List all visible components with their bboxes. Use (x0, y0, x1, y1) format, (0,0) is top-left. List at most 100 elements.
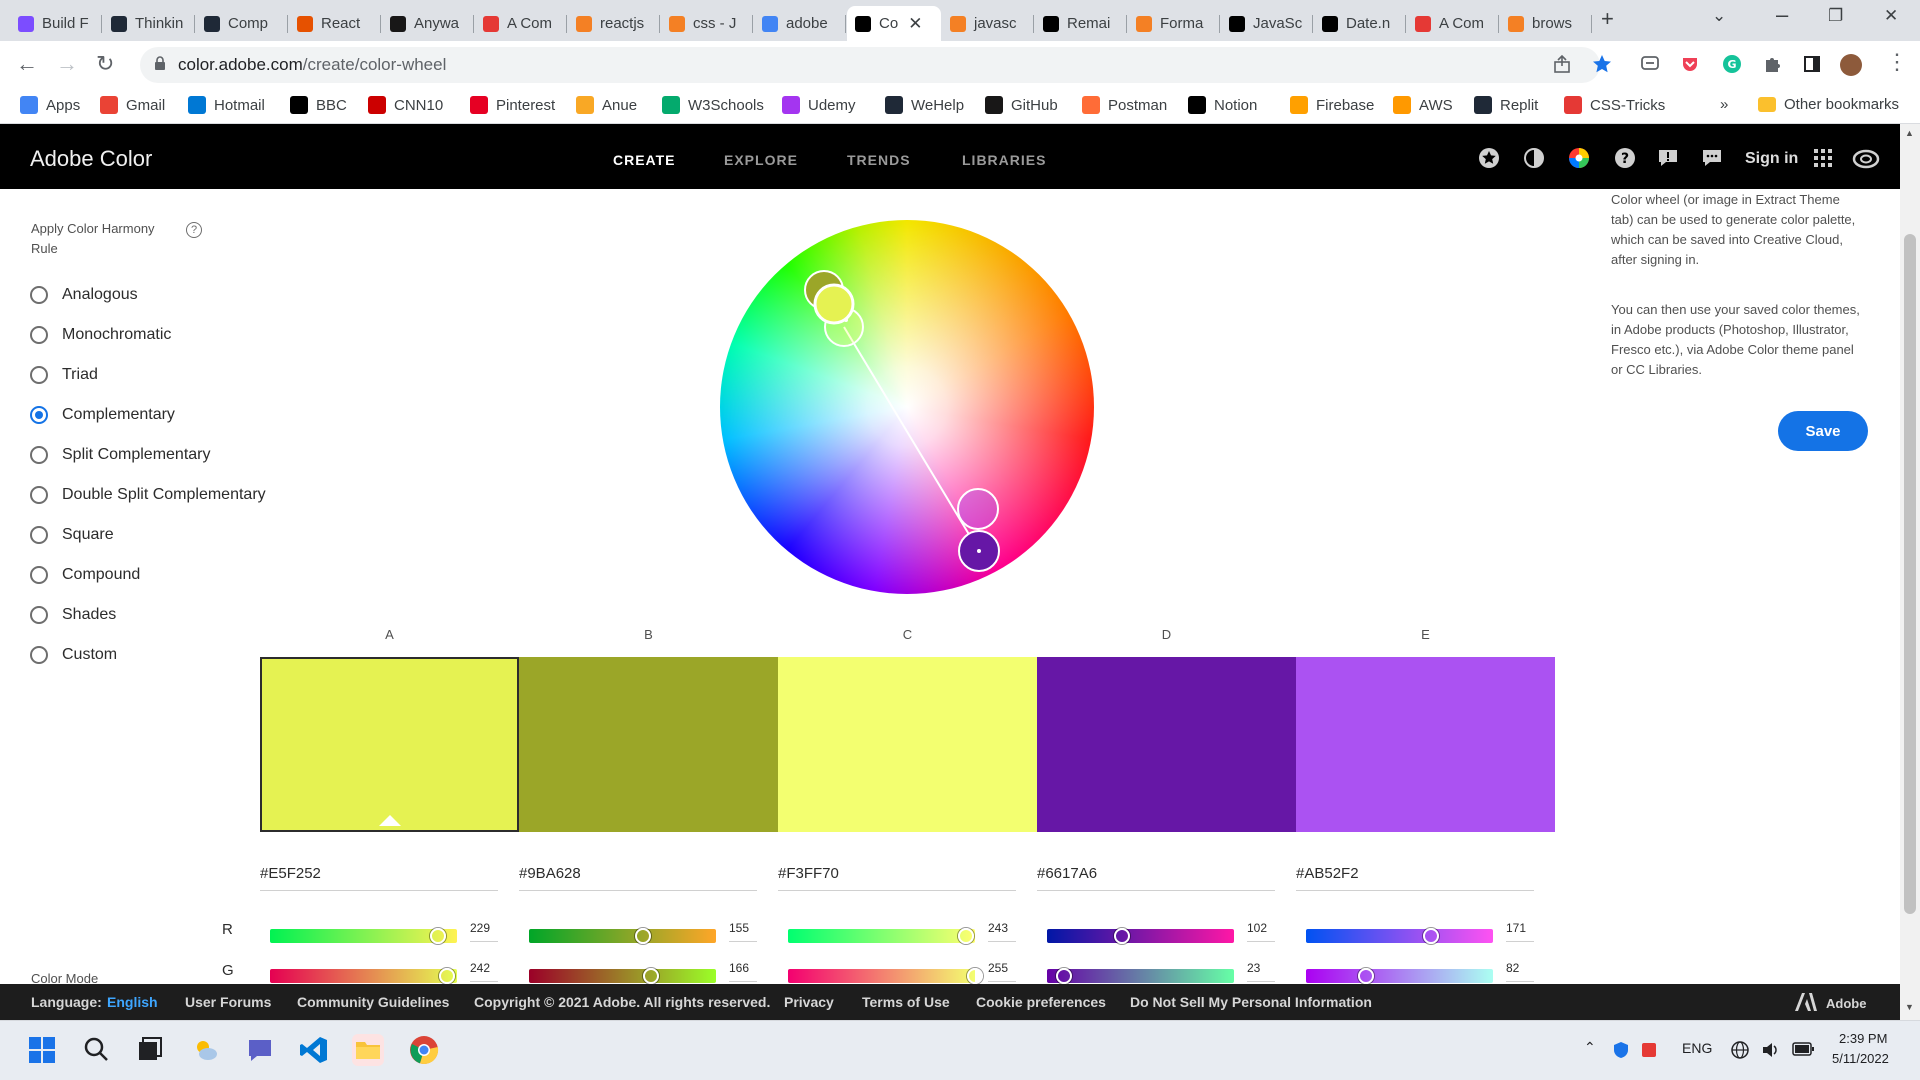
sign-in-link[interactable]: Sign in (1745, 150, 1798, 168)
color-wheel-icon[interactable] (1568, 147, 1590, 169)
file-explorer-icon[interactable] (352, 1034, 384, 1066)
bookmark-star-icon[interactable] (1592, 54, 1612, 74)
bookmark-firebase[interactable]: Firebase (1290, 96, 1374, 114)
vscode-icon[interactable] (298, 1034, 330, 1066)
radio-button[interactable] (30, 566, 48, 584)
channel-slider-r[interactable] (1047, 928, 1234, 944)
footer-link-user-forums[interactable]: User Forums (185, 994, 271, 1010)
page-scrollbar[interactable]: ▲ ▼ (1900, 124, 1920, 1020)
slider-knob[interactable] (1113, 928, 1130, 944)
battery-icon[interactable] (1792, 1042, 1814, 1056)
app-tray-icon[interactable] (1640, 1041, 1658, 1059)
bookmark-cnn10[interactable]: CNN10 (368, 96, 443, 114)
hex-input[interactable]: #9BA628 (519, 865, 757, 891)
slider-knob[interactable] (1423, 928, 1440, 944)
color-swatch[interactable] (519, 657, 778, 832)
slider-knob[interactable] (429, 928, 446, 944)
bookmark-postman[interactable]: Postman (1082, 96, 1167, 114)
footer-link-privacy[interactable]: Privacy (784, 994, 834, 1010)
browser-tab[interactable]: A Com (1407, 6, 1499, 41)
save-button[interactable]: Save (1778, 411, 1868, 451)
radio-button[interactable] (30, 286, 48, 304)
harmony-option-compound[interactable]: Compound (30, 566, 140, 584)
channel-slider-g[interactable] (1306, 968, 1493, 984)
channel-slider-r[interactable] (1306, 928, 1493, 944)
harmony-option-monochromatic[interactable]: Monochromatic (30, 326, 171, 344)
handle-e[interactable] (957, 488, 999, 530)
footer-link-cookie-preferences[interactable]: Cookie preferences (976, 994, 1106, 1010)
restore-icon[interactable]: ❐ (1828, 6, 1843, 26)
browser-tab[interactable]: JavaSc (1221, 6, 1313, 41)
share-icon[interactable] (1552, 54, 1572, 74)
slider-knob[interactable] (439, 968, 456, 984)
harmony-option-double-split-complementary[interactable]: Double Split Complementary (30, 486, 266, 504)
close-tab-icon[interactable]: ✕ (908, 14, 922, 34)
security-shield-icon[interactable] (1612, 1041, 1630, 1059)
extension-chat-icon[interactable] (1640, 54, 1660, 74)
new-tab-button[interactable]: + (1601, 6, 1614, 32)
radio-button[interactable] (30, 446, 48, 464)
footer-link-community-guidelines[interactable]: Community Guidelines (297, 994, 449, 1010)
nav-libraries[interactable]: LIBRARIES (962, 152, 1046, 168)
show-hidden-icons[interactable]: ⌃ (1584, 1039, 1596, 1056)
other-bookmarks-folder[interactable]: Other bookmarks (1758, 96, 1899, 113)
channel-slider-r[interactable] (529, 928, 716, 944)
pocket-icon[interactable] (1680, 54, 1700, 74)
browser-tab[interactable]: adobe (754, 6, 846, 41)
browser-tab[interactable]: Forma (1128, 6, 1220, 41)
channel-value-r[interactable]: 229 (470, 921, 490, 935)
hex-input[interactable]: #AB52F2 (1296, 865, 1534, 891)
side-panel-icon[interactable] (1802, 54, 1822, 74)
browser-tab[interactable]: Remai (1035, 6, 1127, 41)
harmony-option-analogous[interactable]: Analogous (30, 286, 138, 304)
scroll-up-icon[interactable]: ▲ (1905, 128, 1914, 138)
tab-search-icon[interactable]: ⌄ (1712, 6, 1726, 26)
footer-link-terms[interactable]: Terms of Use (862, 994, 950, 1010)
channel-slider-g[interactable] (788, 968, 983, 984)
color-wheel[interactable] (720, 220, 1094, 594)
reload-icon[interactable]: ↻ (96, 51, 114, 77)
close-window-icon[interactable]: ✕ (1884, 6, 1898, 26)
apps-grid-icon[interactable] (1812, 147, 1834, 169)
radio-button[interactable] (30, 646, 48, 664)
channel-slider-r[interactable] (270, 928, 457, 944)
chat-icon[interactable] (1701, 147, 1723, 169)
bookmark-anue[interactable]: Anue (576, 96, 637, 114)
language-selector[interactable]: English (107, 994, 158, 1010)
bookmark-aws[interactable]: AWS (1393, 96, 1453, 114)
creative-cloud-icon[interactable] (1852, 147, 1880, 169)
browser-tab[interactable]: Build F (10, 6, 102, 41)
extensions-puzzle-icon[interactable] (1762, 54, 1782, 74)
bookmark-udemy[interactable]: Udemy (782, 96, 856, 114)
channel-value-r[interactable]: 243 (988, 921, 1008, 935)
url-input[interactable]: color.adobe.com/create/color-wheel (140, 47, 1600, 83)
channel-value-r[interactable]: 102 (1247, 921, 1267, 935)
browser-tab[interactable]: React (289, 6, 381, 41)
browser-tab[interactable]: brows (1500, 6, 1592, 41)
task-view-icon[interactable] (134, 1034, 166, 1066)
hex-input[interactable]: #F3FF70 (778, 865, 1016, 891)
nav-create[interactable]: CREATE (613, 152, 676, 168)
bookmark-notion[interactable]: Notion (1188, 96, 1257, 114)
channel-slider-g[interactable] (1047, 968, 1234, 984)
chrome-icon[interactable] (408, 1034, 440, 1066)
bookmark-pinterest[interactable]: Pinterest (470, 96, 555, 114)
channel-value-g[interactable]: 255 (988, 961, 1008, 975)
back-icon[interactable]: ← (16, 51, 38, 77)
harmony-option-square[interactable]: Square (30, 526, 114, 544)
hex-input[interactable]: #6617A6 (1037, 865, 1275, 891)
harmony-option-complementary[interactable]: Complementary (30, 406, 175, 424)
nav-explore[interactable]: EXPLORE (724, 152, 798, 168)
radio-button[interactable] (30, 366, 48, 384)
scroll-down-icon[interactable]: ▼ (1905, 1002, 1914, 1012)
color-swatch[interactable] (1037, 657, 1296, 832)
browser-tab[interactable]: A Com (475, 6, 567, 41)
bookmark-wehelp[interactable]: WeHelp (885, 96, 964, 114)
dark-mode-icon[interactable] (1523, 147, 1545, 169)
harmony-option-shades[interactable]: Shades (30, 606, 116, 624)
channel-value-g[interactable]: 23 (1247, 961, 1260, 975)
radio-button[interactable] (30, 326, 48, 344)
browser-tab[interactable]: Thinkin (103, 6, 195, 41)
bookmark-github[interactable]: GitHub (985, 96, 1058, 114)
bookmark-apps[interactable]: Apps (20, 96, 80, 114)
